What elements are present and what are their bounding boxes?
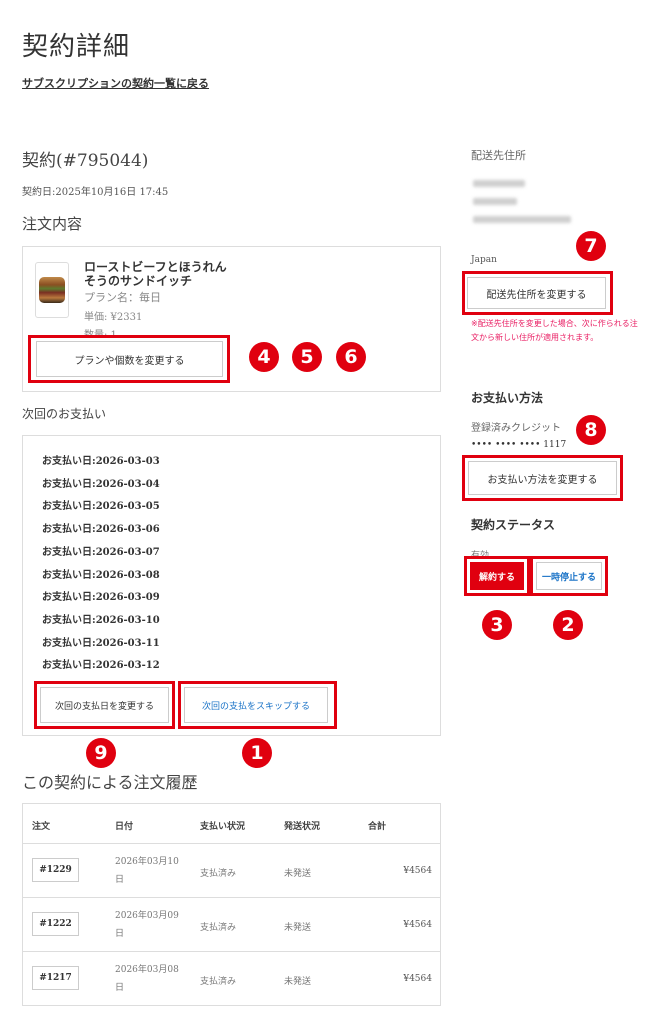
highlight-change-plan [28, 335, 230, 383]
badge-7: 7 [576, 231, 606, 261]
payment-date: お支払い日:2026-03-09 [42, 592, 160, 603]
payment-date: お支払い日:2026-03-10 [42, 615, 160, 626]
redacted-address [473, 216, 571, 223]
order-total: ¥4564 [403, 866, 432, 876]
product-image [35, 262, 69, 318]
payment-status: 支払済み [200, 923, 237, 933]
product-plan: プラン名：毎日 [84, 291, 161, 304]
column-header-date: 日付 [115, 822, 134, 832]
order-date: 2026年03月09日 [115, 911, 179, 939]
shipping-country: Japan [471, 255, 497, 265]
payment-date: お支払い日:2026-03-04 [42, 479, 160, 490]
badge-8: 8 [576, 415, 606, 445]
highlight-change-payment [462, 455, 623, 501]
payment-date: お支払い日:2026-03-12 [42, 660, 160, 671]
order-number-link[interactable]: #1229 [32, 858, 79, 882]
badge-2: 2 [553, 610, 583, 640]
table-divider [22, 843, 441, 844]
registered-card-label: 登録済みクレジット [471, 423, 561, 434]
contract-date: 契約日:2025年10月16日 17:45 [22, 187, 169, 198]
highlight-pause [530, 556, 608, 596]
payment-date: お支払い日:2026-03-11 [42, 638, 160, 649]
contract-id: 契約(#795044) [22, 151, 149, 171]
column-header-shipping: 発送状況 [284, 822, 321, 832]
order-total: ¥4564 [403, 920, 432, 930]
back-to-list-link[interactable]: サブスクリプションの契約一覧に戻る [22, 75, 209, 91]
highlight-cancel [464, 556, 530, 596]
badge-1: 1 [242, 738, 272, 768]
payment-date: お支払い日:2026-03-03 [42, 456, 160, 467]
order-total: ¥4564 [403, 974, 432, 984]
order-date: 2026年03月10日 [115, 857, 179, 885]
order-history-heading: この契約による注文履歴 [22, 773, 198, 792]
card-number: •••• •••• •••• 1117 [471, 440, 567, 450]
column-header-payment: 支払い状況 [200, 822, 246, 832]
contract-status-heading: 契約ステータス [471, 518, 556, 532]
order-heading: 注文内容 [22, 215, 83, 233]
highlight-skip [178, 681, 337, 729]
badge-3: 3 [482, 610, 512, 640]
payment-date: お支払い日:2026-03-06 [42, 524, 160, 535]
payment-date: お支払い日:2026-03-07 [42, 547, 160, 558]
payment-status: 支払済み [200, 869, 237, 879]
payment-status: 支払済み [200, 977, 237, 987]
product-name: ローストビーフとほうれんそうのサンドイッチ [84, 260, 227, 288]
table-divider [22, 897, 441, 898]
payment-method-heading: お支払い方法 [471, 391, 544, 405]
order-date: 2026年03月08日 [115, 965, 179, 993]
next-payment-heading: 次回のお支払い [22, 407, 107, 421]
redacted-postal-code [473, 198, 517, 205]
badge-6: 6 [336, 342, 366, 372]
badge-9: 9 [86, 738, 116, 768]
column-header-total: 合計 [368, 822, 387, 832]
product-quantity: 数量: 1 [84, 326, 117, 335]
payment-date: お支払い日:2026-03-05 [42, 501, 160, 512]
shipping-status: 未発送 [284, 923, 312, 933]
payment-date: お支払い日:2026-03-08 [42, 570, 160, 581]
page-title: 契約詳細 [22, 32, 131, 62]
table-divider [22, 951, 441, 952]
redacted-name [473, 180, 525, 187]
product-price: 単価: ¥2331 [84, 312, 143, 323]
badge-5: 5 [292, 342, 322, 372]
highlight-change-date [34, 681, 175, 729]
order-number-link[interactable]: #1217 [32, 966, 79, 990]
shipping-status: 未発送 [284, 977, 312, 987]
column-header-order: 注文 [32, 822, 51, 832]
sandwich-image [39, 277, 65, 303]
shipping-status: 未発送 [284, 869, 312, 879]
badge-4: 4 [249, 342, 279, 372]
shipping-change-note: ※配送先住所を変更した場合、次に作られる注文から新しい住所が適用されます。 [471, 319, 638, 342]
highlight-change-shipping [462, 271, 613, 315]
order-number-link[interactable]: #1222 [32, 912, 79, 936]
shipping-address-heading: 配送先住所 [471, 149, 526, 162]
